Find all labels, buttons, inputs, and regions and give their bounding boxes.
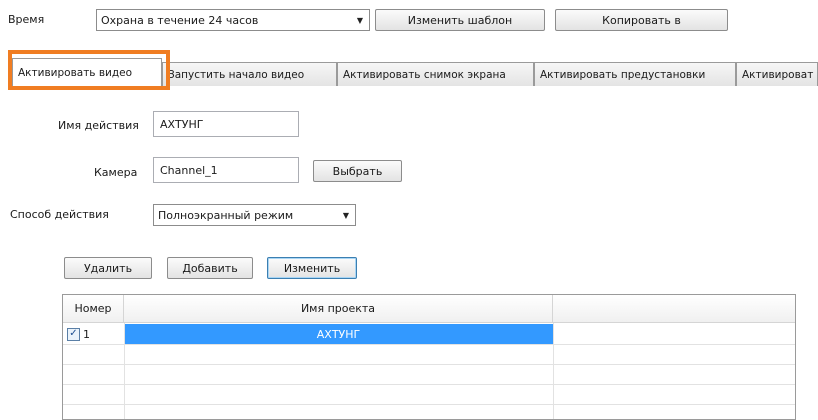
chevron-down-icon[interactable]: ▼: [351, 10, 369, 30]
time-label: Время: [8, 13, 45, 26]
schedule-value: Охрана в течение 24 часов: [101, 13, 259, 27]
tab-activate-video[interactable]: Активировать видео: [12, 58, 162, 87]
copy-to-button[interactable]: Копировать в: [555, 9, 728, 31]
grid-line: [63, 404, 795, 405]
projects-table[interactable]: Номер Имя проекта ✓ 1 АХТУНГ: [62, 294, 796, 420]
table-row[interactable]: ✓ 1 АХТУНГ: [63, 324, 553, 344]
grid-line: [63, 384, 795, 385]
grid-line: [553, 323, 554, 419]
action-mode-dropdown[interactable]: Полноэкранный режим ▼: [153, 204, 356, 226]
delete-button[interactable]: Удалить: [64, 257, 152, 279]
edit-button[interactable]: Изменить: [267, 257, 357, 279]
grid-line: [63, 364, 795, 365]
action-mode-value: Полноэкранный режим: [158, 208, 294, 222]
tab-activate-snapshot[interactable]: Активировать снимок экрана: [337, 62, 534, 86]
tab-start-video[interactable]: Запустить начало видео: [162, 62, 337, 86]
tab-activate-more[interactable]: Активироват: [736, 62, 818, 86]
chevron-down-icon[interactable]: ▼: [337, 205, 355, 225]
action-name-input[interactable]: АХТУНГ: [153, 111, 299, 137]
row-number: 1: [83, 327, 90, 341]
schedule-dropdown[interactable]: Охрана в течение 24 часов ▼: [96, 9, 370, 31]
column-header-number[interactable]: Номер: [63, 295, 124, 323]
camera-label: Камера: [94, 166, 138, 179]
camera-input[interactable]: Channel_1: [153, 157, 299, 183]
action-name-label: Имя действия: [58, 119, 139, 132]
row-checkbox[interactable]: ✓: [67, 327, 80, 341]
select-button[interactable]: Выбрать: [313, 160, 402, 182]
grid-line: [124, 323, 125, 419]
change-template-button[interactable]: Изменить шаблон: [375, 9, 545, 31]
add-button[interactable]: Добавить: [167, 257, 253, 279]
tab-strip: Активировать видео Запустить начало виде…: [12, 58, 818, 87]
grid-line: [63, 344, 795, 345]
action-mode-label: Способ действия: [10, 208, 109, 221]
column-header-empty: [553, 295, 795, 323]
tab-activate-presets[interactable]: Активировать предустановки: [534, 62, 736, 86]
row-number-cell: ✓ 1: [63, 324, 124, 344]
column-header-project-name[interactable]: Имя проекта: [124, 295, 553, 323]
row-project-name: АХТУНГ: [124, 324, 553, 344]
